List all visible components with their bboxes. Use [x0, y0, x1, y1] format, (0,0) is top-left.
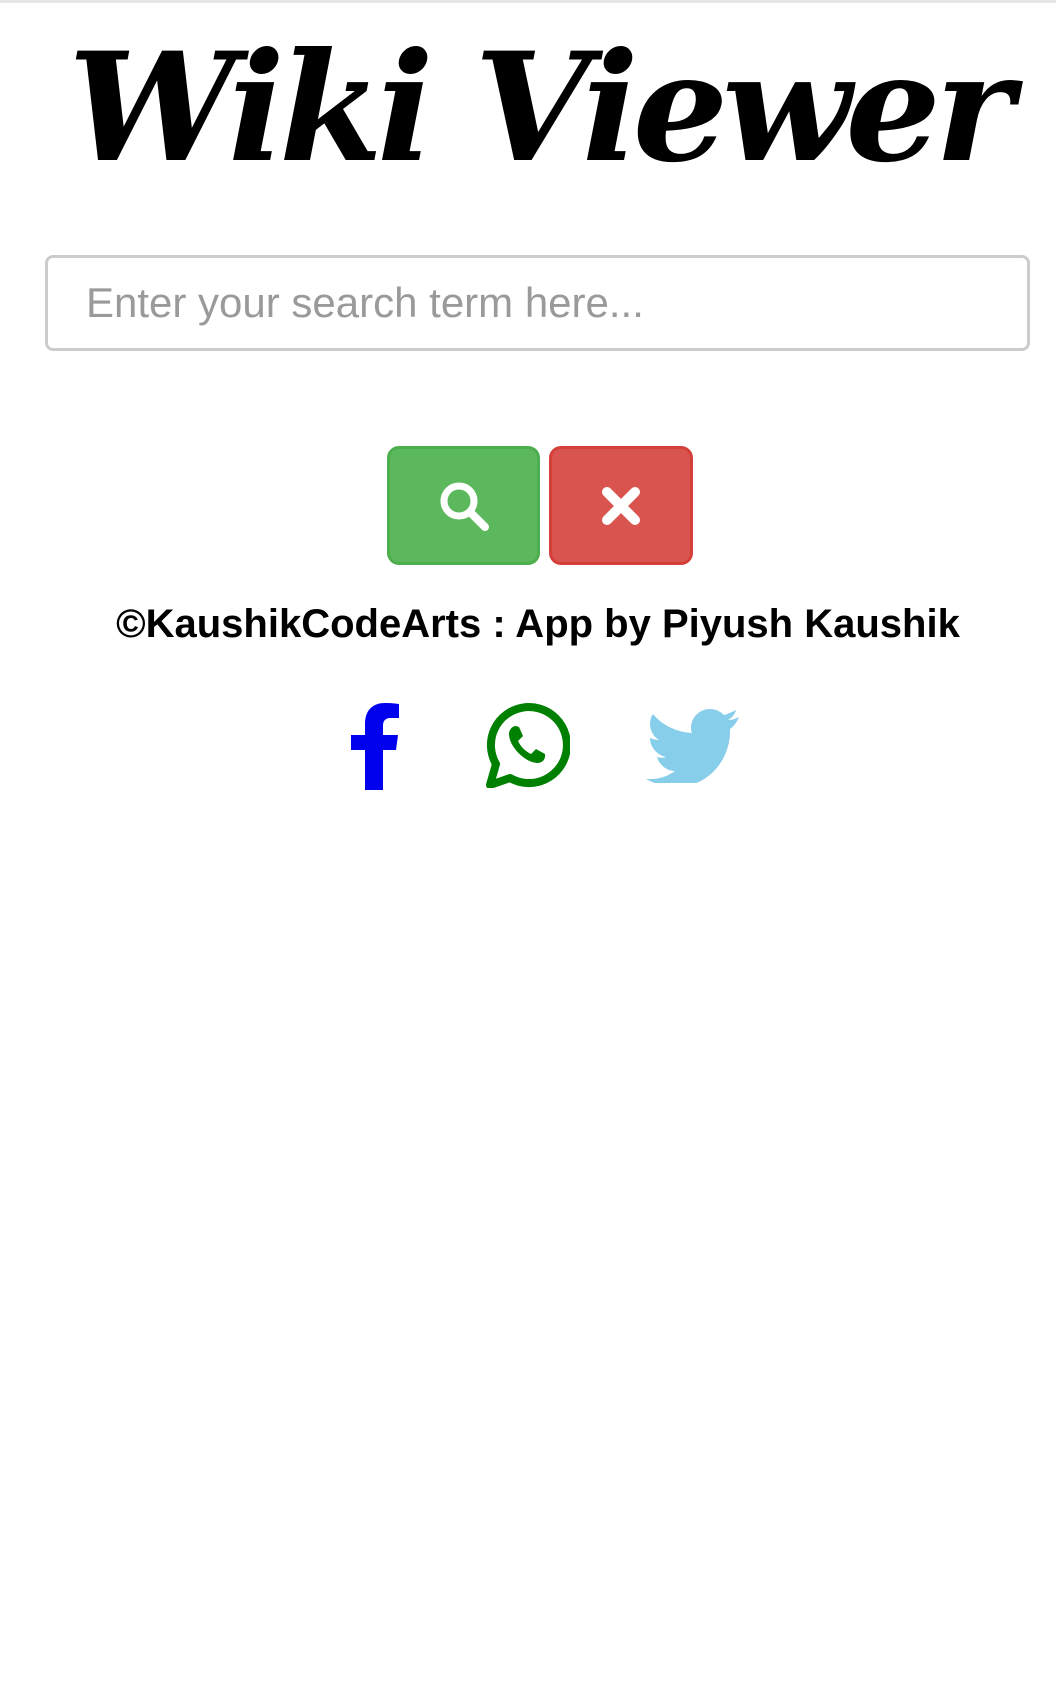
search-icon [440, 482, 489, 531]
whatsapp-share-link[interactable] [482, 700, 572, 790]
twitter-share-link[interactable] [645, 700, 740, 790]
twitter-icon [646, 708, 739, 783]
page-title: Wiki Viewer [68, 20, 1014, 196]
search-button[interactable] [387, 446, 540, 565]
clear-button[interactable] [549, 446, 693, 565]
footer-credit: ©KaushikCodeArts : App by Piyush Kaushik [116, 602, 960, 646]
whatsapp-icon [486, 703, 570, 788]
search-input[interactable] [45, 255, 1030, 351]
top-divider [0, 0, 1056, 3]
facebook-share-link[interactable] [340, 700, 410, 790]
times-icon [602, 486, 640, 525]
facebook-icon [351, 703, 399, 790]
